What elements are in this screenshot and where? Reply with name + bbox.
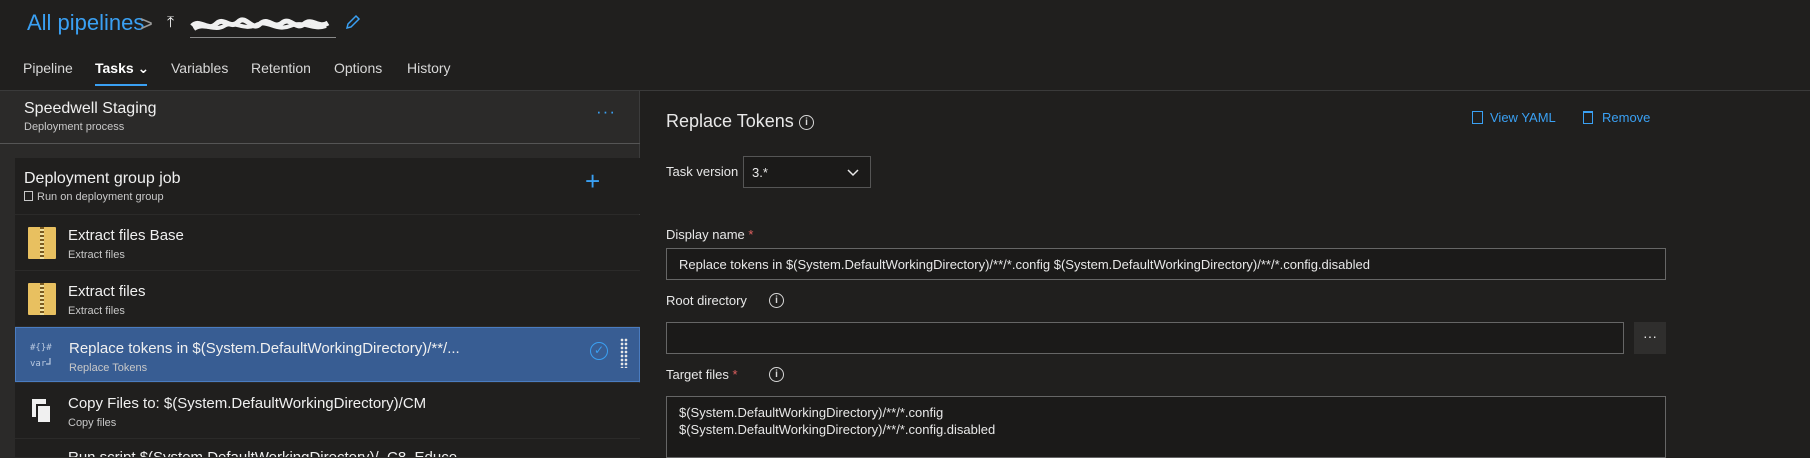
target-files-line: $(System.DefaultWorkingDirectory)/**/*.c…	[679, 422, 996, 437]
task-version-label: Task version	[666, 164, 739, 179]
view-yaml-label: View YAML	[1490, 110, 1556, 125]
display-name-label: Display name *	[666, 227, 754, 242]
drag-handle-icon[interactable]	[620, 338, 628, 368]
tab-pipeline[interactable]: Pipeline	[23, 60, 73, 76]
remove-label: Remove	[1602, 110, 1651, 125]
breadcrumb-separator: >	[140, 11, 153, 36]
all-pipelines-link[interactable]: All pipelines	[27, 10, 144, 36]
root-directory-label: Root directory	[666, 293, 747, 308]
trash-icon	[1583, 111, 1593, 124]
task-row[interactable]: Extract files Extract files	[15, 271, 640, 327]
task-version-select[interactable]: 3.*	[743, 156, 871, 188]
job-subtitle: Run on deployment group	[37, 191, 164, 203]
tab-variables[interactable]: Variables	[171, 60, 228, 76]
clipboard-icon	[1472, 111, 1483, 124]
task-type: Replace Tokens	[69, 362, 148, 374]
target-files-label: Target files *	[666, 367, 738, 382]
task-type: Extract files	[68, 305, 125, 317]
more-actions-button[interactable]: ···	[596, 102, 616, 122]
pipeline-name-underline	[190, 37, 336, 38]
task-row-selected[interactable]: #{}# var Replace tokens in $(System.Defa…	[15, 327, 640, 382]
tab-tasks[interactable]: Tasks ⌄	[95, 60, 149, 77]
view-yaml-button[interactable]: View YAML	[1472, 110, 1556, 125]
release-pipeline-icon: ⤒	[167, 14, 175, 31]
info-icon[interactable]: i	[769, 367, 784, 382]
task-name: Copy Files to: $(System.DefaultWorkingDi…	[68, 395, 427, 412]
remove-button[interactable]: Remove	[1583, 110, 1650, 125]
display-name-input[interactable]: Replace tokens in $(System.DefaultWorkin…	[666, 248, 1666, 280]
redacted-pipeline-name	[190, 17, 330, 31]
target-files-textarea[interactable]: $(System.DefaultWorkingDirectory)/**/*.c…	[666, 396, 1666, 458]
task-version-value: 3.*	[752, 165, 768, 180]
task-name: Extract files	[68, 283, 146, 300]
tab-options[interactable]: Options	[334, 60, 382, 76]
enabled-check-icon[interactable]: ✓	[590, 342, 608, 360]
display-name-value: Replace tokens in $(System.DefaultWorkin…	[679, 257, 1370, 272]
process-divider	[0, 143, 640, 144]
replace-tokens-icon: #{}# var	[30, 343, 52, 369]
pencil-icon[interactable]	[344, 13, 362, 31]
chevron-down-icon	[847, 169, 859, 177]
svg-text:#{}#: #{}#	[30, 343, 52, 353]
job-subtitle-row: Run on deployment group	[24, 191, 164, 203]
tab-history[interactable]: History	[407, 60, 451, 76]
task-name: Extract files Base	[68, 227, 184, 244]
target-files-line: $(System.DefaultWorkingDirectory)/**/*.c…	[679, 405, 944, 420]
add-task-button[interactable]: +	[585, 168, 600, 194]
browse-button[interactable]: ···	[1634, 322, 1666, 354]
tab-retention[interactable]: Retention	[251, 60, 311, 76]
task-type: Extract files	[68, 249, 125, 261]
extract-files-icon	[28, 227, 56, 259]
task-detail-title: Replace Tokens	[666, 111, 794, 131]
process-subtitle: Deployment process	[24, 121, 125, 133]
process-title[interactable]: Speedwell Staging	[24, 100, 157, 118]
active-tab-indicator	[95, 84, 147, 86]
info-icon[interactable]: i	[769, 293, 784, 308]
task-row[interactable]: Run script $(System.DefaultWorkingDirect…	[15, 439, 640, 458]
task-name: Run script $(System.DefaultWorkingDirect…	[68, 449, 470, 458]
svg-text:var: var	[30, 359, 47, 369]
extract-files-icon	[28, 283, 56, 315]
job-title[interactable]: Deployment group job	[24, 170, 181, 188]
copy-files-icon	[32, 399, 52, 424]
task-row[interactable]: Copy Files to: $(System.DefaultWorkingDi…	[15, 383, 640, 439]
server-icon	[24, 191, 33, 201]
info-icon[interactable]: i	[799, 115, 814, 130]
task-row[interactable]: Extract files Base Extract files	[15, 215, 640, 271]
task-type: Copy files	[68, 417, 117, 429]
task-name: Replace tokens in $(System.DefaultWorkin…	[69, 340, 460, 357]
root-directory-input[interactable]	[666, 322, 1624, 354]
